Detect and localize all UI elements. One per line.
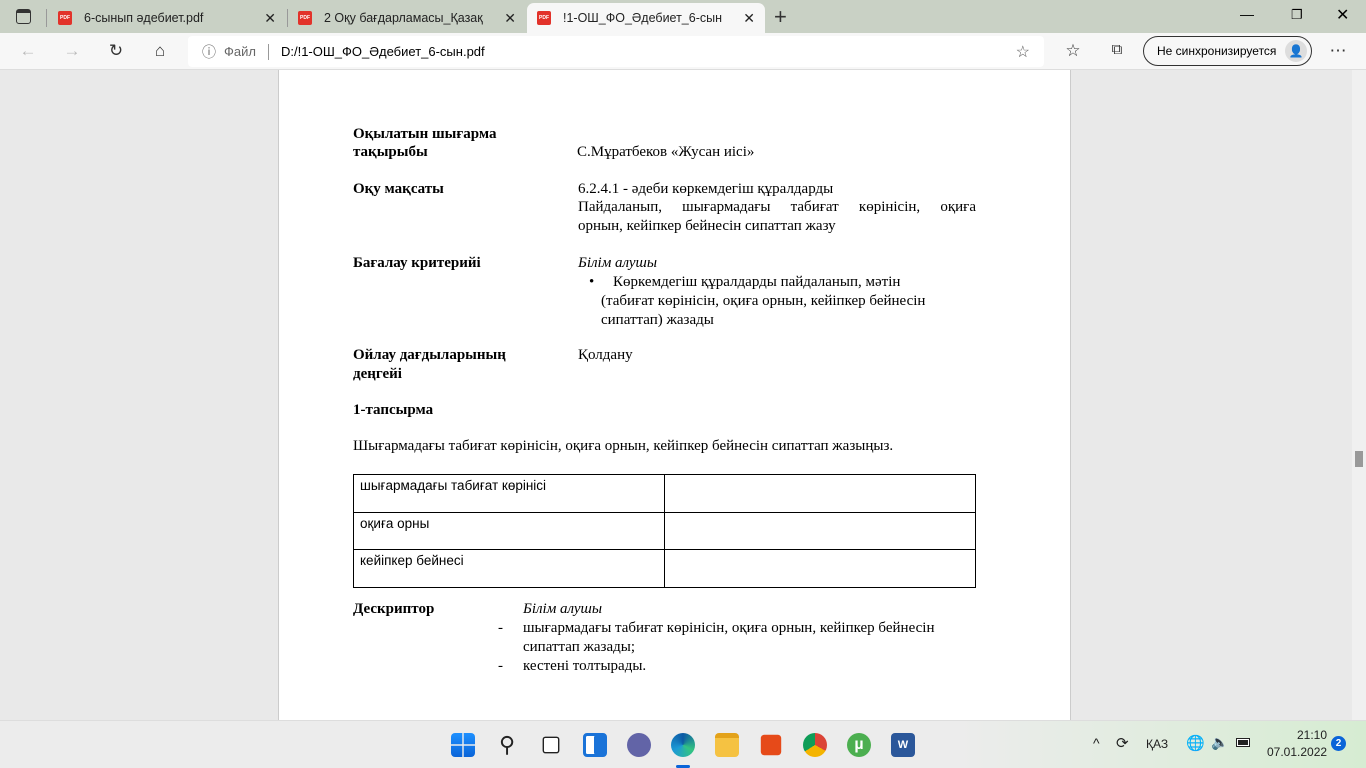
- more-menu-button[interactable]: ⋯: [1327, 41, 1349, 61]
- descriptor-line: кестені толтырады.: [523, 658, 647, 674]
- start-icon[interactable]: [451, 733, 475, 757]
- pdf-icon: PDF: [298, 11, 312, 25]
- objective-line: орнын, кейіпкер бейнесін сипаттап жазу: [578, 218, 836, 234]
- search-icon[interactable]: ⚲: [495, 733, 519, 757]
- table-cell: [664, 511, 976, 550]
- objective-line: 6.2.4.1 - әдеби көркемдегіш құралдарды: [578, 181, 834, 197]
- task-table: шығармадағы табиғат көрінісі оқиға орны …: [353, 474, 976, 588]
- tab-2[interactable]: PDF2 Оқу бағдарламасы_Қазақ әдебиеті✕: [288, 3, 526, 33]
- minimize-button[interactable]: —: [1240, 6, 1254, 22]
- add-favorite-icon[interactable]: ☆: [1016, 42, 1030, 62]
- home-button[interactable]: ⌂: [149, 41, 171, 61]
- file-explorer-icon[interactable]: [715, 733, 739, 757]
- objective-line: Пайдаланып, шығармадағы табиғат көрінісі…: [578, 199, 976, 215]
- taskbar: ⚲ µ W ^ ⟳ ҚАЗ 🌐 🔈 21:10 07.01.2022 2: [0, 720, 1366, 768]
- criteria-intro: Білім алушы: [578, 255, 658, 271]
- new-tab-button[interactable]: +: [774, 4, 787, 30]
- label-thinking: Ойлау дағдыларының: [353, 347, 506, 363]
- widgets-icon[interactable]: [583, 733, 607, 757]
- collections-icon[interactable]: ⧉: [1106, 41, 1128, 58]
- value-work: С.Мұратбеков «Жусан иісі»: [577, 144, 755, 160]
- restore-button[interactable]: ❐: [1291, 7, 1303, 23]
- task-text: Шығармадағы табиғат көрінісін, оқиға орн…: [353, 438, 894, 454]
- task-view-icon[interactable]: [542, 736, 560, 754]
- label-objective: Оқу мақсаты: [353, 181, 444, 197]
- descriptor-line: сипаттап жазады;: [523, 639, 635, 655]
- battery-icon[interactable]: [1236, 738, 1250, 747]
- profile-button[interactable]: Не синхронизируется 👤: [1143, 36, 1312, 66]
- edge-icon[interactable]: [671, 733, 695, 757]
- back-button[interactable]: ←: [17, 41, 39, 61]
- word-icon[interactable]: W: [891, 733, 915, 757]
- refresh-button[interactable]: ↻: [105, 41, 127, 61]
- criteria-line: (табиғат көрінісін, оқиға орнын, кейіпке…: [601, 293, 926, 309]
- table-cell: шығармадағы табиғат көрінісі: [353, 474, 665, 513]
- descriptor-label: Дескриптор: [353, 601, 435, 617]
- avatar-icon: 👤: [1285, 40, 1307, 62]
- clock-time[interactable]: 21:10: [1297, 728, 1327, 742]
- address-bar[interactable]: ⓘ Файл D:/!1-ОШ_ФО_Әдебиет_6-сын.pdf ☆: [188, 36, 1044, 67]
- tab-actions-icon[interactable]: [16, 9, 31, 24]
- dash: -: [498, 658, 503, 674]
- label-criteria: Бағалау критерийі: [353, 255, 481, 271]
- clock-date[interactable]: 07.01.2022: [1267, 745, 1327, 759]
- scrollbar[interactable]: [1352, 70, 1366, 720]
- tab-3[interactable]: PDF!1-ОШ_ФО_Әдебиет_6-сын.pdf✕: [527, 3, 765, 33]
- table-row: кейіпкер бейнесі: [353, 549, 976, 588]
- chat-icon[interactable]: [627, 733, 651, 757]
- network-icon[interactable]: 🌐: [1186, 734, 1205, 752]
- table-row: оқиға орны: [353, 511, 976, 550]
- close-window-button[interactable]: ✕: [1336, 5, 1349, 25]
- chrome-icon[interactable]: [803, 733, 827, 757]
- criteria-line: Көркемдегіш құралдарды пайдаланып, мәтін: [613, 274, 901, 290]
- volume-icon[interactable]: 🔈: [1211, 734, 1228, 751]
- descriptor-intro: Білім алушы: [523, 601, 603, 617]
- criteria-line: сипаттап) жазады: [601, 312, 714, 328]
- address-prefix: Файл: [224, 44, 256, 59]
- close-tab-icon[interactable]: ✕: [264, 10, 276, 27]
- info-icon[interactable]: ⓘ: [202, 42, 216, 62]
- table-cell: оқиға орны: [353, 511, 665, 550]
- language-indicator[interactable]: ҚАЗ: [1146, 737, 1168, 751]
- label-thinking-2: деңгейі: [353, 366, 402, 382]
- table-cell: кейіпкер бейнесі: [353, 549, 665, 588]
- table-row: шығармадағы табиғат көрінісі: [353, 474, 976, 513]
- show-hidden-icons[interactable]: ^: [1093, 735, 1100, 751]
- table-cell: [664, 474, 976, 513]
- table-cell: [664, 549, 976, 588]
- task-title: 1-тапсырма: [353, 402, 434, 418]
- tab-1[interactable]: PDF 6-сынып әдебиет.pdf ✕: [48, 3, 286, 33]
- label-work-2: тақырыбы: [353, 144, 428, 160]
- utorrent-icon[interactable]: µ: [847, 733, 871, 757]
- bullet-icon: •: [589, 274, 595, 290]
- favorites-icon[interactable]: ☆: [1062, 41, 1084, 61]
- label-work: Оқылатын шығарма: [353, 126, 497, 142]
- toolbar: ← → ↻ ⌂ ⓘ Файл D:/!1-ОШ_ФО_Әдебиет_6-сын…: [0, 33, 1366, 70]
- dash: -: [498, 620, 503, 636]
- forward-button[interactable]: →: [61, 41, 83, 61]
- close-tab-icon[interactable]: ✕: [743, 10, 755, 27]
- tab-bar: PDF 6-сынып әдебиет.pdf ✕ PDF 2 Оқу бағдарл…: [0, 0, 1366, 33]
- office-icon[interactable]: [760, 734, 782, 756]
- pdf-icon: PDF: [58, 11, 72, 25]
- sync-icon[interactable]: ⟳: [1116, 734, 1129, 752]
- value-thinking: Қолдану: [578, 347, 633, 363]
- close-tab-icon[interactable]: ✕: [504, 10, 516, 27]
- scrollbar-thumb[interactable]: [1355, 451, 1363, 467]
- address-url[interactable]: D:/!1-ОШ_ФО_Әдебиет_6-сын.pdf: [281, 44, 485, 59]
- notification-badge[interactable]: 2: [1331, 736, 1346, 751]
- descriptor-line: шығармадағы табиғат көрінісін, оқиға орн…: [523, 620, 935, 636]
- pdf-icon: PDF: [537, 11, 551, 25]
